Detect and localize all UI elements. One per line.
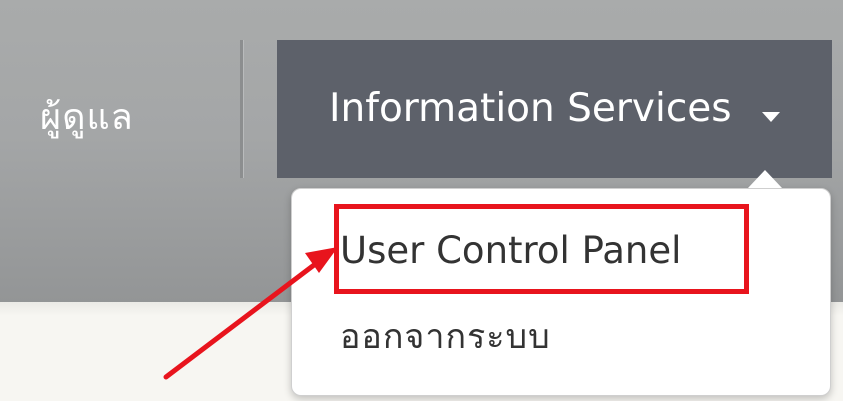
- nav-item-information-services-label: Information Services: [329, 86, 732, 131]
- nav-divider: [240, 40, 244, 178]
- menu-item-logout[interactable]: ออกจากระบบ: [292, 297, 830, 377]
- nav-item-information-services[interactable]: Information Services: [277, 40, 832, 178]
- nav-item-admin[interactable]: ผู้ดูแล: [40, 88, 170, 148]
- nav-item-admin-label: ผู้ดูแล: [40, 97, 134, 138]
- annotation-highlight-box: [334, 204, 749, 294]
- dropdown-pointer-arrow: [748, 170, 782, 188]
- caret-down-icon: [762, 112, 780, 122]
- menu-item-logout-label: ออกจากระบบ: [340, 317, 551, 357]
